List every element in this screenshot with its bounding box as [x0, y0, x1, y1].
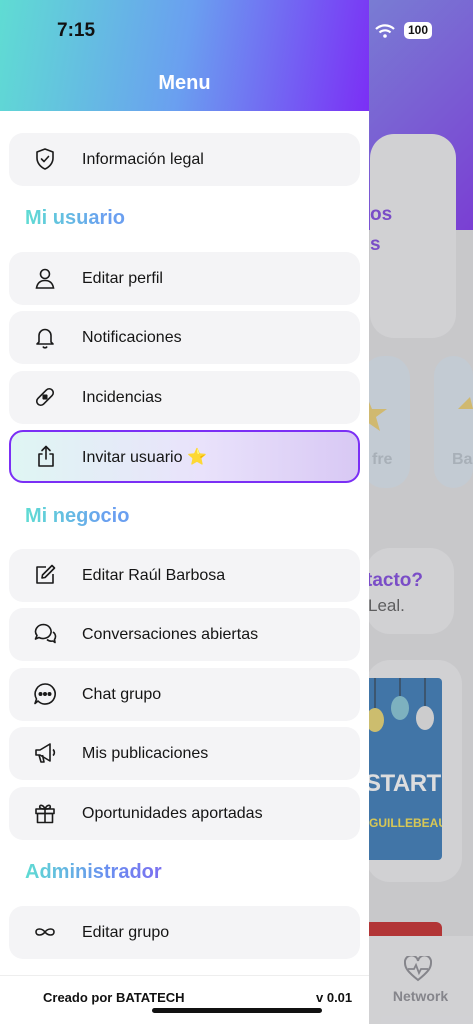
- app-version: v 0.01: [316, 990, 353, 1005]
- menu-item-label: Invitar usuario ⭐: [82, 448, 207, 466]
- menu-item-label: Notificaciones: [82, 328, 182, 346]
- shield-check-icon: [33, 147, 57, 171]
- gift-icon: [33, 801, 57, 825]
- chat-bubbles-icon: [33, 622, 57, 646]
- share-icon: [34, 444, 58, 468]
- menu-item-label: Mis publicaciones: [82, 744, 209, 762]
- menu-item-conversaciones-abiertas[interactable]: Conversaciones abiertas: [9, 608, 360, 661]
- menu-item-mis-publicaciones[interactable]: Mis publicaciones: [9, 727, 360, 780]
- side-drawer: 7:15 Menu Información legal Mi usuario E…: [0, 0, 369, 1024]
- section-title-administrador: Administrador: [25, 861, 162, 883]
- menu-item-label: Incidencias: [82, 388, 163, 406]
- megaphone-icon: [33, 741, 57, 765]
- menu-item-incidencias[interactable]: Incidencias: [9, 371, 360, 424]
- battery-indicator: 100: [404, 22, 433, 39]
- chat-dots-icon: [33, 682, 57, 706]
- bandage-icon: [33, 385, 57, 409]
- status-time: 7:15: [57, 20, 96, 41]
- wifi-icon: [375, 23, 395, 38]
- edit-icon: [33, 563, 57, 587]
- menu-item-informacion-legal[interactable]: Información legal: [9, 133, 360, 186]
- section-title-mi-negocio: Mi negocio: [25, 505, 130, 527]
- footer-credit: Creado por BATATECH: [43, 990, 185, 1005]
- menu-item-label: Información legal: [82, 150, 204, 168]
- menu-item-oportunidades-aportadas[interactable]: Oportunidades aportadas: [9, 787, 360, 840]
- drawer-title: Menu: [158, 72, 211, 94]
- section-title-mi-usuario: Mi usuario: [25, 207, 126, 229]
- menu-item-label: Chat grupo: [82, 685, 162, 703]
- menu-item-label: Editar Raúl Barbosa: [82, 566, 226, 584]
- bell-icon: [33, 325, 57, 349]
- menu-item-editar-perfil[interactable]: Editar perfil: [9, 252, 360, 305]
- menu-item-label: Editar grupo: [82, 923, 170, 941]
- menu-item-label: Editar perfil: [82, 269, 163, 287]
- drawer-footer: Creado por BATATECH v 0.01: [0, 975, 369, 1024]
- menu-item-editar-grupo[interactable]: Editar grupo: [9, 906, 360, 959]
- menu-item-label: Conversaciones abiertas: [82, 625, 259, 643]
- menu-item-label: Oportunidades aportadas: [82, 804, 263, 822]
- drawer-header: 7:15 Menu: [0, 0, 369, 111]
- home-indicator[interactable]: [152, 1008, 322, 1013]
- menu-item-chat-grupo[interactable]: Chat grupo: [9, 668, 360, 721]
- menu-item-notificaciones[interactable]: Notificaciones: [9, 311, 360, 364]
- infinity-icon: [33, 920, 57, 944]
- menu-item-invitar-usuario[interactable]: Invitar usuario ⭐: [9, 430, 360, 483]
- user-icon: [33, 266, 57, 290]
- menu-item-editar-negocio[interactable]: Editar Raúl Barbosa: [9, 549, 360, 602]
